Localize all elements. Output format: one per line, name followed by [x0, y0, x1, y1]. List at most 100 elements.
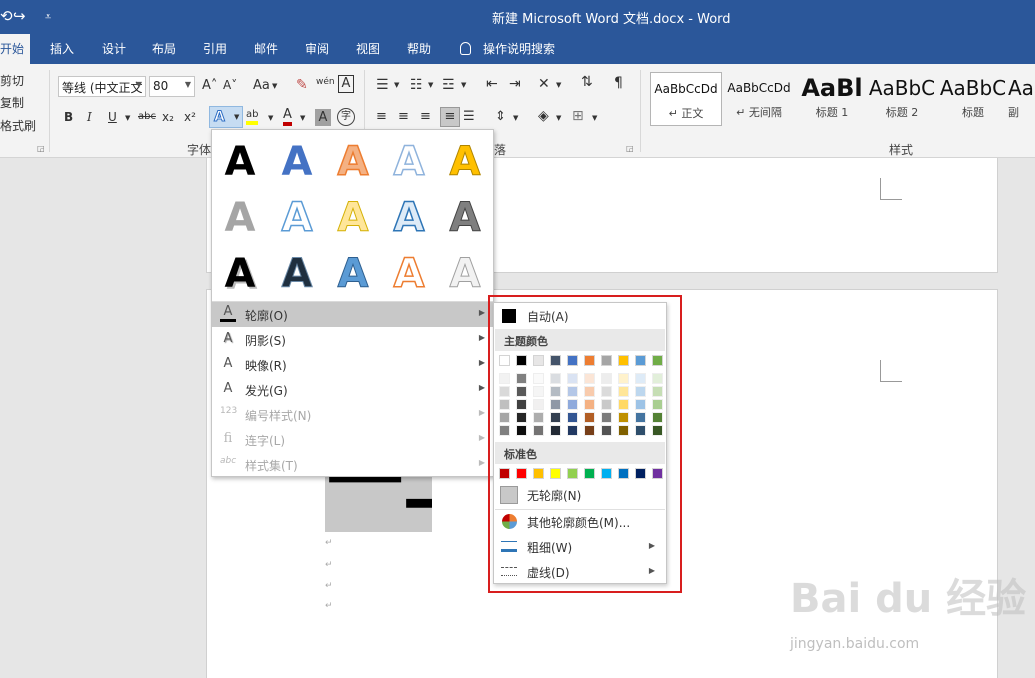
chevron-down-icon[interactable]: ▼: [556, 114, 561, 122]
effect-style-14[interactable]: A: [383, 248, 435, 300]
text-effects-button[interactable]: A ▼: [209, 106, 243, 128]
effect-style-7[interactable]: A: [271, 192, 323, 244]
clipboard-launcher-icon[interactable]: ◲: [37, 144, 45, 153]
shading-icon[interactable]: ◈: [538, 108, 549, 124]
italic-button[interactable]: I: [87, 110, 92, 124]
effect-style-6[interactable]: A: [214, 192, 266, 244]
effect-style-5[interactable]: A: [439, 136, 491, 188]
chevron-down-icon[interactable]: ▼: [428, 81, 433, 89]
effect-style-13[interactable]: A: [327, 248, 379, 300]
style-heading-1[interactable]: AaBl 标题 1: [796, 72, 868, 126]
tab-view[interactable]: 视图: [356, 40, 380, 57]
align-left-icon[interactable]: ≡: [376, 109, 387, 124]
tell-me-search[interactable]: 操作说明搜索: [460, 40, 555, 57]
chevron-down-icon[interactable]: ▼: [394, 81, 399, 89]
justify-icon[interactable]: ≡: [440, 107, 460, 127]
menu-item-reflection[interactable]: A 映像(R) ▶: [212, 352, 493, 377]
decrease-indent-icon[interactable]: ⇤: [486, 76, 498, 92]
menu-item-ligatures[interactable]: fi 连字(L) ▶: [212, 427, 493, 452]
tab-insert[interactable]: 插入: [50, 40, 74, 57]
tab-references[interactable]: 引用: [203, 40, 227, 57]
redo-icon[interactable]: ↪: [13, 7, 26, 25]
effect-style-2[interactable]: A: [271, 136, 323, 188]
menu-item-shadow[interactable]: A 阴影(S) ▶: [212, 327, 493, 352]
paragraph-launcher-icon[interactable]: ◲: [626, 144, 634, 153]
align-center-icon[interactable]: ≡: [398, 109, 409, 124]
underline-button[interactable]: U: [108, 110, 117, 124]
effect-style-3[interactable]: A: [327, 136, 379, 188]
show-marks-icon[interactable]: ¶: [614, 75, 623, 91]
effect-style-4[interactable]: A: [383, 136, 435, 188]
style-preview: AaBl: [801, 74, 863, 102]
annotation-highlight-frame: [488, 295, 682, 593]
ligatures-icon: fi: [223, 431, 233, 446]
effect-style-12[interactable]: A: [271, 248, 323, 300]
tab-design[interactable]: 设计: [102, 40, 126, 57]
strikethrough-button[interactable]: abc: [138, 111, 156, 122]
chevron-down-icon[interactable]: ▼: [592, 114, 597, 122]
tab-mailings[interactable]: 邮件: [254, 40, 278, 57]
style-preview: AaBbCcDd: [727, 81, 791, 95]
chevron-down-icon[interactable]: ▼: [125, 114, 130, 122]
chevron-right-icon: ▶: [478, 358, 485, 367]
tab-layout[interactable]: 布局: [152, 40, 176, 57]
effect-style-15[interactable]: A: [439, 248, 491, 300]
distributed-icon[interactable]: ☰: [463, 109, 475, 124]
subscript-button[interactable]: x₂: [162, 110, 174, 124]
bold-button[interactable]: B: [64, 110, 73, 124]
style-preview: Aa: [1008, 76, 1034, 100]
font-color-icon[interactable]: A: [283, 108, 292, 126]
menu-item-outline[interactable]: A 轮廓(O) ▶: [212, 302, 493, 327]
line-spacing-icon[interactable]: ⇕: [495, 109, 506, 124]
tab-help[interactable]: 帮助: [407, 40, 431, 57]
shadow-icon: A: [223, 331, 233, 346]
tab-review[interactable]: 审阅: [305, 40, 329, 57]
chinese-layout-icon[interactable]: ✕: [538, 76, 550, 92]
chevron-down-icon[interactable]: ▼: [268, 114, 273, 122]
font-name-combo[interactable]: 等线 (中文正文 ▼: [58, 76, 146, 97]
effect-style-10[interactable]: A: [439, 192, 491, 244]
numbering-icon[interactable]: ☷: [410, 77, 423, 93]
tab-home[interactable]: 开始: [0, 34, 31, 64]
copy-button[interactable]: 复制: [0, 94, 24, 111]
effect-style-9[interactable]: A: [383, 192, 435, 244]
style-subtitle[interactable]: Aa 副: [1008, 72, 1035, 126]
chevron-down-icon[interactable]: ▼: [272, 82, 277, 90]
chevron-down-icon[interactable]: ▼: [513, 114, 518, 122]
align-right-icon[interactable]: ≡: [420, 109, 431, 124]
sort-icon[interactable]: ⇅: [581, 74, 593, 90]
character-shading-icon[interactable]: A: [315, 109, 331, 126]
customize-quick-access-icon[interactable]: ⩡: [45, 10, 51, 24]
chevron-down-icon[interactable]: ▼: [461, 81, 466, 89]
format-painter-button[interactable]: 格式刷: [0, 117, 36, 134]
chevron-down-icon[interactable]: ▼: [556, 81, 561, 89]
effect-style-1[interactable]: A: [214, 136, 266, 188]
menu-item-number-styles[interactable]: 123 编号样式(N) ▶: [212, 402, 493, 427]
style-title[interactable]: AaBbC 标题: [937, 72, 1009, 126]
chevron-down-icon[interactable]: ▼: [300, 114, 305, 122]
increase-indent-icon[interactable]: ⇥: [509, 76, 521, 92]
shrink-font-icon[interactable]: A˅: [223, 78, 237, 92]
style-heading-2[interactable]: AaBbC 标题 2: [866, 72, 938, 126]
menu-item-glow[interactable]: A 发光(G) ▶: [212, 377, 493, 402]
borders-icon[interactable]: ⊞: [572, 108, 584, 124]
enclose-characters-icon[interactable]: 字: [337, 108, 355, 126]
menu-item-stylistic-sets[interactable]: abc 样式集(T) ▶: [212, 452, 493, 477]
style-normal[interactable]: AaBbCcDd ↵ 正文: [650, 72, 722, 126]
phonetic-guide-icon[interactable]: wén: [316, 77, 335, 87]
font-size-combo[interactable]: 80 ▼: [149, 76, 195, 97]
clear-formatting-icon[interactable]: ✎: [296, 77, 308, 93]
effect-style-11[interactable]: A: [214, 248, 266, 300]
highlight-color-icon[interactable]: ab: [246, 109, 259, 125]
multilevel-list-icon[interactable]: ☲: [442, 77, 455, 93]
effect-style-8[interactable]: A: [327, 192, 379, 244]
undo-icon[interactable]: ⟲: [0, 7, 13, 25]
bullets-icon[interactable]: ☰: [376, 77, 389, 93]
selected-text[interactable]: 一二: [325, 472, 432, 532]
cut-button[interactable]: 剪切: [0, 72, 24, 89]
character-border-icon[interactable]: A: [338, 75, 354, 93]
superscript-button[interactable]: x²: [184, 110, 196, 124]
grow-font-icon[interactable]: A˄: [202, 78, 217, 93]
style-no-spacing[interactable]: AaBbCcDd ↵ 无间隔: [723, 72, 795, 126]
change-case-icon[interactable]: Aa: [253, 78, 270, 93]
